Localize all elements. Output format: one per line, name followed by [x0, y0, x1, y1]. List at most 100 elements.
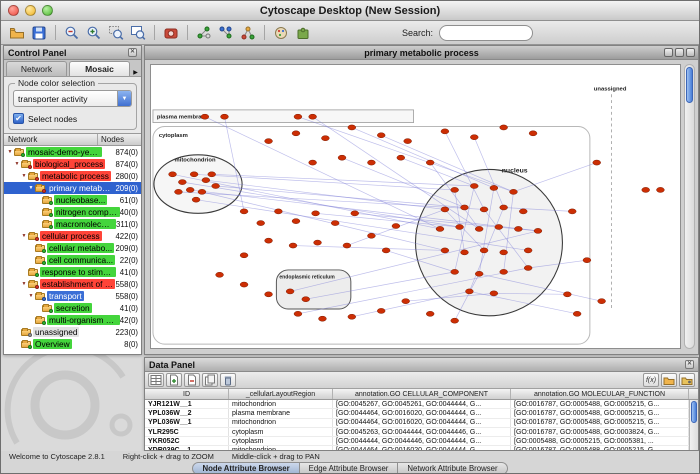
- graph-node[interactable]: [461, 250, 469, 255]
- graph-node[interactable]: [451, 269, 459, 274]
- graph-node[interactable]: [475, 271, 483, 276]
- zoom-window-icon[interactable]: [42, 5, 53, 16]
- attribute-options-button[interactable]: [679, 373, 695, 387]
- graph-node[interactable]: [314, 240, 322, 245]
- graph-node[interactable]: [294, 311, 302, 316]
- graph-node[interactable]: [392, 223, 400, 228]
- graph-node[interactable]: [312, 211, 320, 216]
- graph-node[interactable]: [475, 226, 483, 231]
- graph-node[interactable]: [309, 160, 317, 165]
- graph-node[interactable]: [289, 243, 297, 248]
- tree-row-unassigned[interactable]: unassigned223(0): [4, 326, 141, 338]
- zoom-selected-region-button[interactable]: [106, 23, 126, 43]
- dropdown-arrow-icon[interactable]: ▼: [117, 91, 131, 106]
- graph-node[interactable]: [175, 189, 183, 194]
- graph-node[interactable]: [563, 292, 571, 297]
- graph-node[interactable]: [240, 209, 248, 214]
- graph-node[interactable]: [274, 209, 282, 214]
- graph-node[interactable]: [265, 292, 273, 297]
- graph-node[interactable]: [495, 224, 503, 229]
- vizmapper-button[interactable]: [271, 23, 291, 43]
- graph-node[interactable]: [480, 207, 488, 212]
- expand-triangle-icon[interactable]: ▼: [13, 161, 21, 167]
- tree-row-mosaic-demo-yeast[interactable]: ▼mosaic-demo-yeast874(0): [4, 146, 141, 158]
- first-neighbors-button[interactable]: [194, 23, 214, 43]
- graph-node[interactable]: [169, 172, 177, 177]
- graph-node[interactable]: [490, 291, 498, 296]
- graph-node[interactable]: [534, 228, 542, 233]
- close-window-icon[interactable]: [8, 5, 19, 16]
- graph-node[interactable]: [514, 226, 522, 231]
- network-snapshot-button[interactable]: [161, 23, 181, 43]
- graph-node[interactable]: [480, 248, 488, 253]
- graph-node[interactable]: [208, 172, 216, 177]
- graph-node[interactable]: [441, 207, 449, 212]
- delete-attribute-button[interactable]: [184, 373, 200, 387]
- table-row[interactable]: YLR295Ccytoplasm[GO:0045263, GO:0044444,…: [145, 428, 689, 437]
- tree-row-primary-metabo[interactable]: ▼primary metabo...209(0): [4, 182, 141, 194]
- graph-node[interactable]: [524, 265, 532, 270]
- graph-node[interactable]: [656, 187, 664, 192]
- frame-close-button[interactable]: [686, 48, 695, 57]
- table-row[interactable]: YPL036W__2plasma membrane[GO:0044464, GO…: [145, 409, 689, 418]
- tree-row-macromolecule[interactable]: macromolecule...311(0): [4, 218, 141, 230]
- graph-node[interactable]: [178, 180, 186, 185]
- table-row[interactable]: YKR052Ccytoplasm[GO:0044444, GO:0044446,…: [145, 437, 689, 446]
- graph-node[interactable]: [382, 248, 390, 253]
- tree-column-network[interactable]: Network: [4, 134, 98, 145]
- graph-node[interactable]: [190, 172, 198, 177]
- zoom-out-button[interactable]: [62, 23, 82, 43]
- expand-triangle-icon[interactable]: ▼: [20, 173, 28, 179]
- trash-button[interactable]: [220, 373, 236, 387]
- graph-node[interactable]: [321, 136, 329, 141]
- expand-triangle-icon[interactable]: ▼: [20, 233, 28, 239]
- import-network-button[interactable]: [238, 23, 258, 43]
- table-scrollbar-thumb[interactable]: [691, 401, 697, 423]
- network-view-titlebar[interactable]: primary metabolic process: [145, 46, 698, 60]
- copy-attributes-button[interactable]: [202, 373, 218, 387]
- graph-node[interactable]: [593, 160, 601, 165]
- select-nodes-checkbox[interactable]: ✔: [13, 113, 24, 124]
- graph-node[interactable]: [265, 139, 273, 144]
- graph-node[interactable]: [348, 125, 356, 130]
- save-session-button[interactable]: [29, 23, 49, 43]
- zoom-fit-button[interactable]: [128, 23, 148, 43]
- graph-node[interactable]: [524, 248, 532, 253]
- table-row[interactable]: YPL036W__1mitochondrion[GO:0044464, GO:0…: [145, 419, 689, 428]
- graph-node[interactable]: [221, 114, 229, 119]
- import-attributes-button[interactable]: [661, 373, 677, 387]
- tree-row-secretion[interactable]: secretion41(0): [4, 302, 141, 314]
- graph-node[interactable]: [500, 205, 508, 210]
- graph-node[interactable]: [331, 221, 339, 226]
- equation-builder-button[interactable]: f(x): [643, 373, 659, 387]
- tab-edge-attribute-browser[interactable]: Edge Attribute Browser: [300, 462, 399, 474]
- expand-triangle-icon[interactable]: ▼: [27, 185, 35, 191]
- tree-row-overview[interactable]: Overview8(0): [4, 338, 141, 350]
- graph-node[interactable]: [465, 289, 473, 294]
- graph-node[interactable]: [529, 131, 537, 136]
- graph-node[interactable]: [186, 187, 194, 192]
- tree-row-nitrogen-compo[interactable]: nitrogen compo...40(0): [4, 206, 141, 218]
- expand-triangle-icon[interactable]: ▼: [6, 149, 14, 155]
- graph-node[interactable]: [198, 189, 206, 194]
- graph-node[interactable]: [319, 316, 327, 321]
- graph-node[interactable]: [309, 114, 317, 119]
- column-header-2[interactable]: annotation.GO CELLULAR_COMPONENT: [333, 389, 511, 399]
- tab-mosaic[interactable]: Mosaic: [69, 61, 130, 76]
- graph-node[interactable]: [519, 209, 527, 214]
- network-scrollbar-thumb[interactable]: [686, 67, 693, 103]
- graph-node[interactable]: [348, 314, 356, 319]
- graph-node[interactable]: [642, 187, 650, 192]
- tree-row-transport[interactable]: ▼transport558(0): [4, 290, 141, 302]
- frame-minimize-button[interactable]: [664, 48, 673, 57]
- graph-node[interactable]: [367, 233, 375, 238]
- network-canvas[interactable]: plasma membrane cytoplasm mitochondrion …: [150, 64, 681, 349]
- graph-node[interactable]: [470, 135, 478, 140]
- control-panel-titlebar[interactable]: Control Panel ✕: [4, 46, 141, 60]
- tree-column-nodes[interactable]: Nodes: [98, 134, 141, 145]
- graph-node[interactable]: [265, 238, 273, 243]
- tree-row-nucleobase[interactable]: nucleobase...61(0): [4, 194, 141, 206]
- table-row[interactable]: YJR121W__1mitochondrion[GO:0045267, GO:0…: [145, 400, 689, 409]
- graph-node[interactable]: [451, 318, 459, 323]
- tab-network[interactable]: Network: [6, 61, 67, 76]
